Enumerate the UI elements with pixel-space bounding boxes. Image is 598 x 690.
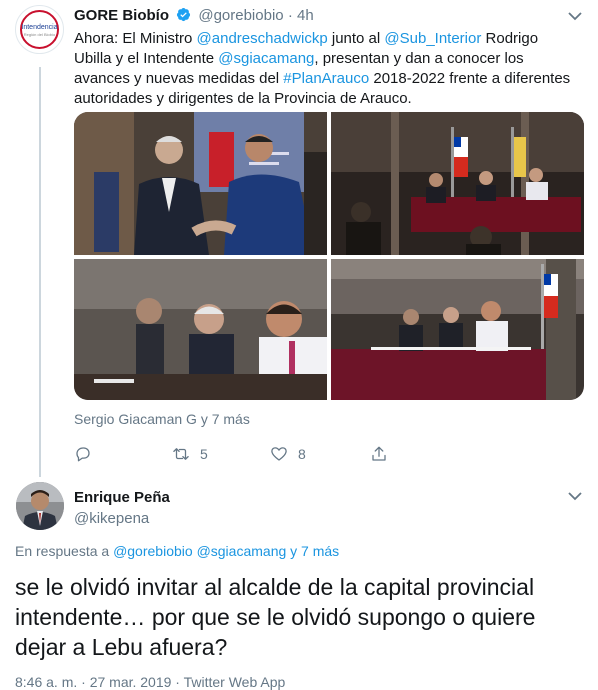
author-name[interactable]: GORE Biobío (74, 7, 169, 24)
more-mentions-link[interactable]: y 7 más (290, 543, 339, 559)
retweet-count: 5 (200, 446, 208, 462)
thread-connector-line (39, 67, 41, 477)
reply-author-name[interactable]: Enrique Peña (74, 489, 170, 506)
photo-panel-wide[interactable] (331, 259, 584, 400)
reply-text: se le olvidó invitar al alcalde de la ca… (15, 574, 536, 660)
retweet-icon (173, 448, 189, 460)
reply-author-handle[interactable]: @kikepena (74, 510, 149, 527)
like-button[interactable]: 8 (270, 442, 306, 466)
reply-avatar[interactable] (16, 482, 64, 530)
heart-icon (271, 447, 287, 461)
tweet-header: GORE Biobío @gorebiobio · 4h (74, 7, 314, 24)
reply-metadata[interactable]: 8:46 a. m. · 27 mar. 2019 · Twitter Web … (15, 674, 285, 690)
reply-icon (76, 447, 90, 462)
mention-link[interactable]: @sgiacamang (197, 543, 287, 559)
mention-link[interactable]: @sgiacamang (218, 50, 314, 67)
media-grid[interactable] (74, 112, 584, 400)
share-icon (372, 446, 386, 461)
retweet-button[interactable]: 5 (172, 442, 208, 466)
avatar-logo-subtext: Región del Biobío (23, 32, 56, 37)
avatar-photo (16, 482, 64, 530)
hashtag-link[interactable]: #PlanArauco (283, 70, 369, 87)
mention-link[interactable]: @andreschadwickp (197, 30, 328, 47)
in-reply-to-prefix: En respuesta a (15, 543, 114, 559)
tweet-text-segment: junto al (327, 30, 385, 47)
photo-handshake[interactable] (74, 112, 327, 255)
tagged-users[interactable]: Sergio Giacaman G y 7 más (74, 411, 250, 427)
like-count: 8 (298, 446, 306, 462)
share-button[interactable] (370, 442, 388, 466)
tweet-text: Ahora: El Ministro @andreschadwickp junt… (74, 29, 579, 109)
in-reply-to: En respuesta a @gorebiobio @sgiacamang y… (15, 543, 339, 559)
avatar-logo-text: Intendencia (21, 24, 58, 31)
tweet-text-segment: Ahora: El Ministro (74, 30, 197, 47)
tweet-actions: 5 8 (74, 442, 394, 466)
chevron-down-icon[interactable] (568, 12, 582, 21)
tweet-timestamp[interactable]: 4h (297, 7, 314, 24)
photo-panel-closeup[interactable] (74, 259, 327, 400)
photo-panel-flags[interactable] (331, 112, 584, 255)
mention-link[interactable]: @Sub_Interior (384, 30, 481, 47)
reply-button[interactable] (74, 442, 92, 466)
chevron-down-icon[interactable] (568, 492, 582, 501)
separator-dot: · (287, 7, 293, 24)
mention-link[interactable]: @gorebiobio (113, 543, 193, 559)
author-handle[interactable]: @gorebiobio (198, 7, 283, 24)
avatar[interactable]: Intendencia Región del Biobío (15, 5, 64, 54)
verified-badge-icon (177, 7, 191, 22)
